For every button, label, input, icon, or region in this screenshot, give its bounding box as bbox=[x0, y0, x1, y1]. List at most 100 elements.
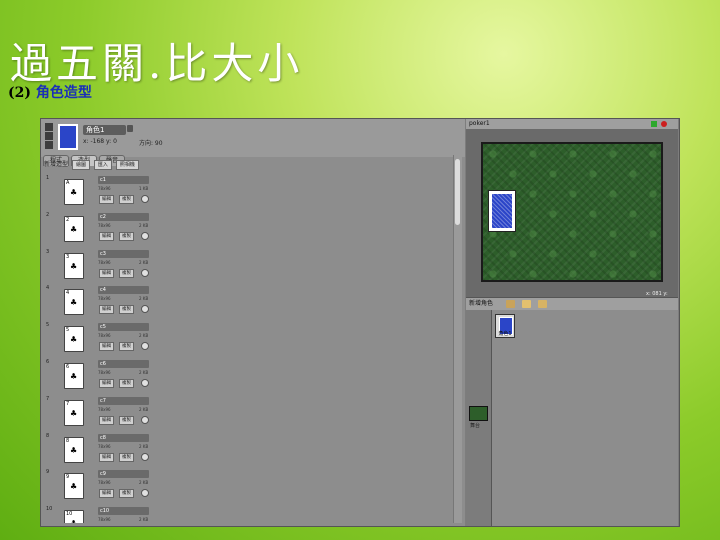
scrollbar[interactable] bbox=[453, 155, 462, 523]
delete-icon[interactable] bbox=[141, 305, 149, 314]
delete-icon[interactable] bbox=[141, 415, 149, 424]
stage-panel: poker1 x: 081 y: 120 新增角色 舞台 角色1 bbox=[466, 119, 678, 526]
costume-thumbnail[interactable]: 9 ♣ bbox=[64, 473, 84, 500]
card-rank: 6 bbox=[66, 363, 70, 370]
choose-sprite-icon[interactable] bbox=[522, 300, 531, 308]
costume-thumbnail[interactable]: A ♣ bbox=[64, 179, 84, 205]
edit-button[interactable]: 編輯 bbox=[99, 342, 114, 352]
paint-button[interactable]: 繪圖 bbox=[71, 159, 90, 170]
rotation-style-buttons[interactable] bbox=[45, 123, 53, 149]
copy-button[interactable]: 複製 bbox=[119, 489, 134, 499]
card-back-sprite[interactable] bbox=[488, 190, 516, 232]
costume-name-field[interactable]: c8 bbox=[98, 433, 149, 442]
costume-number: 2 bbox=[46, 211, 50, 218]
lock-icon[interactable] bbox=[127, 125, 133, 132]
delete-icon[interactable] bbox=[141, 342, 149, 351]
costume-row[interactable]: 5 5 ♣ c5 78x96 2 KB 編輯 複製 bbox=[41, 320, 453, 357]
random-sprite-icon[interactable] bbox=[538, 300, 547, 308]
delete-icon[interactable] bbox=[141, 231, 149, 240]
edit-button[interactable]: 編輯 bbox=[99, 305, 114, 315]
costume-row[interactable]: 7 7 ♣ c7 78x96 2 KB 編輯 複製 bbox=[41, 394, 453, 431]
costume-name-field[interactable]: c10 bbox=[98, 507, 149, 516]
paint-sprite-icon[interactable] bbox=[506, 300, 515, 308]
costume-row[interactable]: 8 8 ♣ c8 78x96 2 KB 編輯 複製 bbox=[41, 431, 453, 468]
import-button[interactable]: 匯入 bbox=[93, 159, 112, 170]
costume-bytes: 2 KB bbox=[139, 369, 149, 375]
subtitle-text: 角色造型 bbox=[35, 85, 92, 101]
new-costume-label: 新增造型 bbox=[44, 161, 69, 168]
delete-icon[interactable] bbox=[141, 489, 149, 498]
costume-thumbnail[interactable]: 2 ♣ bbox=[64, 215, 84, 242]
copy-button[interactable]: 複製 bbox=[119, 195, 134, 204]
costume-thumbnail[interactable]: 5 ♣ bbox=[64, 326, 84, 353]
edit-button[interactable]: 編輯 bbox=[99, 415, 114, 425]
costume-bytes: 2 KB bbox=[139, 222, 149, 228]
edit-button[interactable]: 編輯 bbox=[99, 231, 114, 241]
costume-thumbnail[interactable]: 6 ♣ bbox=[64, 362, 84, 389]
sprites-toolbar: 新增角色 bbox=[466, 297, 678, 310]
edit-button[interactable]: 編輯 bbox=[99, 378, 114, 388]
delete-icon[interactable] bbox=[141, 452, 149, 461]
sprite-name-field[interactable]: 角色1 bbox=[83, 125, 126, 135]
costume-row[interactable]: 4 4 ♣ c4 78x96 2 KB 編輯 複製 bbox=[41, 283, 453, 320]
card-rank: 9 bbox=[66, 474, 70, 481]
costume-size: 78x96 bbox=[98, 480, 111, 486]
costume-row[interactable]: 1010♣c1078x962 KB編輯複製 bbox=[41, 504, 453, 523]
slide-subtitle: (2) 角色造型 bbox=[8, 82, 92, 102]
club-icon: ♣ bbox=[70, 482, 78, 492]
costume-name-field[interactable]: c9 bbox=[98, 470, 149, 479]
edit-button[interactable]: 編輯 bbox=[99, 268, 114, 278]
stage-canvas[interactable] bbox=[481, 142, 663, 282]
sprite-coords: x: -168 y: 0 bbox=[83, 138, 117, 145]
costume-size: 78x96 bbox=[98, 369, 111, 375]
costume-size: 78x96 bbox=[98, 222, 111, 228]
costume-thumbnail[interactable]: 7 ♣ bbox=[64, 399, 84, 426]
costume-row[interactable]: 6 6 ♣ c6 78x96 2 KB 編輯 複製 bbox=[41, 357, 453, 394]
delete-icon[interactable] bbox=[141, 378, 149, 387]
stage-column: 舞台 bbox=[466, 310, 492, 526]
sprite-tile-label: 角色1 bbox=[498, 331, 512, 337]
costume-name-field[interactable]: c2 bbox=[98, 212, 149, 221]
green-flag-icon[interactable] bbox=[651, 121, 657, 127]
stop-icon[interactable] bbox=[661, 121, 667, 127]
sprite-list-area: 舞台 角色1 bbox=[466, 310, 678, 526]
copy-button[interactable]: 複製 bbox=[119, 231, 134, 241]
costume-size: 78x96 bbox=[98, 296, 111, 302]
club-icon: ♣ bbox=[70, 445, 78, 455]
camera-button[interactable]: 照相機 bbox=[115, 159, 139, 170]
costume-name-field[interactable]: c6 bbox=[98, 359, 149, 368]
sprite-header: 角色1 x: -168 y: 0 方向: 90 程式造型聲音 bbox=[41, 119, 465, 166]
copy-button[interactable]: 複製 bbox=[119, 378, 134, 388]
costume-name-field[interactable]: c4 bbox=[98, 286, 149, 295]
costume-row[interactable]: 2 2 ♣ c2 78x96 2 KB 編輯 複製 bbox=[41, 210, 453, 247]
copy-button[interactable]: 複製 bbox=[119, 342, 134, 352]
costume-thumbnail[interactable]: 10♣ bbox=[64, 510, 84, 523]
delete-icon[interactable] bbox=[141, 195, 149, 203]
club-icon: ♣ bbox=[70, 408, 78, 418]
copy-button[interactable]: 複製 bbox=[119, 305, 134, 315]
costume-row[interactable]: 1 A ♣ c1 78x96 1 KB 編輯 複製 bbox=[41, 173, 453, 210]
costume-name-field[interactable]: c1 bbox=[98, 176, 149, 184]
scrollbar-thumb[interactable] bbox=[455, 159, 460, 225]
stage-thumbnail[interactable] bbox=[469, 406, 488, 421]
edit-button[interactable]: 編輯 bbox=[99, 195, 114, 204]
costume-thumbnail[interactable]: 4 ♣ bbox=[64, 289, 84, 316]
delete-icon[interactable] bbox=[141, 268, 149, 277]
edit-button[interactable]: 編輯 bbox=[99, 452, 114, 462]
costume-list: 1 A ♣ c1 78x96 1 KB 編輯 複製 2 2 ♣ c2 78x96 2 KB 編輯 複製 3 3 ♣ c… bbox=[41, 173, 453, 523]
costume-thumbnail[interactable]: 8 ♣ bbox=[64, 436, 84, 463]
club-icon: ♣ bbox=[70, 371, 78, 381]
card-rank: A bbox=[66, 180, 70, 186]
costume-name-field[interactable]: c5 bbox=[98, 323, 149, 332]
copy-button[interactable]: 複製 bbox=[119, 452, 134, 462]
edit-button[interactable]: 編輯 bbox=[99, 489, 114, 499]
costume-row[interactable]: 3 3 ♣ c3 78x96 2 KB 編輯 複製 bbox=[41, 247, 453, 284]
costume-bytes: 2 KB bbox=[139, 406, 149, 412]
costume-thumbnail[interactable]: 3 ♣ bbox=[64, 252, 84, 279]
copy-button[interactable]: 複製 bbox=[119, 415, 134, 425]
costume-row[interactable]: 9 9 ♣ c9 78x96 2 KB 編輯 複製 bbox=[41, 467, 453, 504]
copy-button[interactable]: 複製 bbox=[119, 268, 134, 278]
costume-name-field[interactable]: c7 bbox=[98, 396, 149, 405]
costume-bytes: 2 KB bbox=[139, 517, 149, 523]
costume-name-field[interactable]: c3 bbox=[98, 249, 149, 258]
